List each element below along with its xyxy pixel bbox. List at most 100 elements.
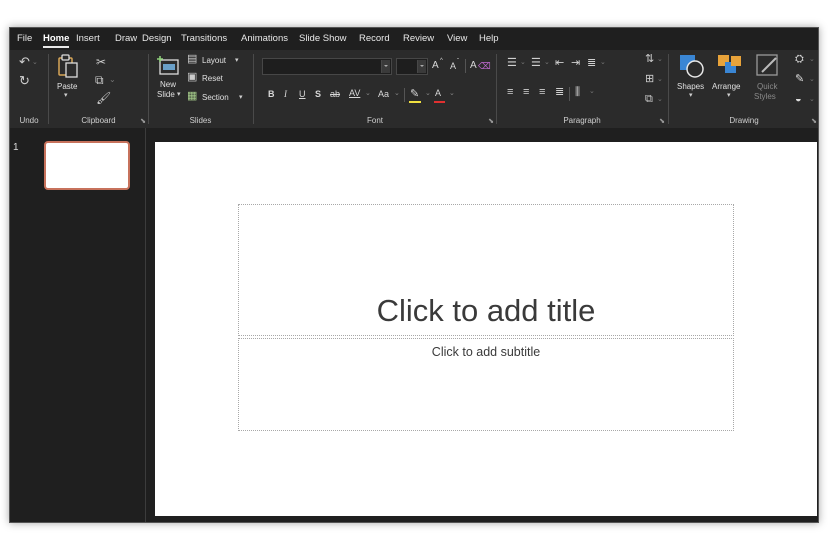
new-slide-label-1: New bbox=[160, 80, 177, 89]
font-launcher-icon[interactable]: ⬊ bbox=[488, 117, 494, 125]
columns-dropdown-icon[interactable]: ⌄ bbox=[589, 88, 595, 95]
bullets-dropdown-icon[interactable]: ⌄ bbox=[520, 59, 526, 66]
shape-outline-icon[interactable]: ✎ bbox=[795, 74, 804, 85]
shrink-font-caret-icon: ˇ bbox=[457, 59, 459, 65]
text-direction-icon[interactable]: ⇅ bbox=[645, 54, 654, 65]
shapes-button[interactable]: Shapes ▾ bbox=[675, 52, 709, 104]
tab-transitions[interactable]: Transitions bbox=[181, 33, 227, 44]
ribbon: ↶ ⌄ ↻ Undo Paste ▾ ✂ ⧉ ⌄ 🖌 Clipboard ⬊ N… bbox=[10, 50, 818, 128]
tab-view[interactable]: View bbox=[447, 33, 467, 44]
layout-icon: ▤ bbox=[187, 53, 198, 65]
font-size-dropdown-icon[interactable] bbox=[417, 60, 426, 73]
change-case-button[interactable]: Aa bbox=[378, 89, 389, 99]
underline-button[interactable]: U bbox=[299, 89, 306, 99]
bold-button[interactable]: B bbox=[268, 89, 275, 99]
new-slide-icon bbox=[157, 56, 179, 75]
font-group: A ^ A ˇ A ⌫ B I U S ab AV ⌄ Aa ⌄ ✎ ⌄ A ⌄… bbox=[254, 50, 496, 128]
change-case-dropdown-icon[interactable]: ⌄ bbox=[394, 89, 400, 97]
shape-effects-icon[interactable]: ◒ bbox=[795, 94, 802, 105]
shrink-font-button[interactable]: A bbox=[450, 61, 456, 71]
line-spacing-icon[interactable]: ≣ bbox=[587, 58, 596, 69]
smartart-icon[interactable]: ⧉ bbox=[645, 94, 653, 105]
bullets-icon[interactable]: ☰ bbox=[507, 58, 517, 69]
redo-icon[interactable]: ↻ bbox=[19, 74, 30, 87]
numbering-dropdown-icon[interactable]: ⌄ bbox=[544, 59, 550, 66]
align-center-icon[interactable]: ≡ bbox=[523, 87, 529, 98]
grow-font-button[interactable]: A bbox=[432, 60, 439, 71]
shape-effects-dropdown-icon[interactable]: ⌄ bbox=[809, 96, 815, 103]
layout-button[interactable]: ▤ Layout ▾ bbox=[187, 54, 247, 68]
clear-formatting-button[interactable]: A bbox=[470, 60, 477, 71]
strikethrough-button[interactable]: ab bbox=[330, 89, 340, 99]
align-left-icon[interactable]: ≡ bbox=[507, 87, 513, 98]
format-painter-icon[interactable]: 🖌 bbox=[96, 92, 111, 104]
quick-styles-icon bbox=[756, 54, 778, 76]
drawing-group-label: Drawing bbox=[729, 116, 759, 125]
tab-review[interactable]: Review bbox=[403, 33, 434, 44]
font-color-button[interactable]: A bbox=[435, 88, 441, 98]
tab-animations[interactable]: Animations bbox=[241, 33, 288, 44]
title-placeholder-text: Click to add title bbox=[376, 293, 596, 328]
font-name-dropdown-icon[interactable] bbox=[381, 60, 390, 73]
character-spacing-dropdown-icon[interactable]: ⌄ bbox=[365, 89, 371, 97]
tab-record[interactable]: Record bbox=[359, 33, 390, 44]
paragraph-launcher-icon[interactable]: ⬊ bbox=[659, 117, 665, 125]
copy-dropdown-icon[interactable]: ⌄ bbox=[109, 76, 116, 84]
numbering-icon[interactable]: ☰ bbox=[531, 58, 541, 69]
arrange-icon bbox=[718, 55, 741, 73]
align-right-icon[interactable]: ≡ bbox=[539, 87, 545, 98]
quick-styles-label-2: Styles bbox=[754, 92, 776, 101]
shape-outline-dropdown-icon[interactable]: ⌄ bbox=[809, 76, 815, 83]
shape-fill-icon[interactable]: ⛭ bbox=[795, 54, 804, 65]
paste-button[interactable]: Paste ▾ bbox=[53, 52, 83, 104]
tab-help[interactable]: Help bbox=[479, 33, 499, 44]
align-text-icon[interactable]: ⊞ bbox=[645, 74, 654, 85]
slides-group: New Slide ▾ ▤ Layout ▾ ▣ Reset ▦ Section… bbox=[149, 50, 252, 128]
section-button[interactable]: ▦ Section ▾ bbox=[187, 91, 249, 105]
columns-icon[interactable]: ⫼ bbox=[575, 87, 580, 98]
undo-icon[interactable]: ↶ bbox=[19, 55, 30, 68]
justify-icon[interactable]: ≣ bbox=[555, 87, 564, 98]
cut-icon[interactable]: ✂ bbox=[96, 56, 106, 68]
decrease-indent-icon[interactable]: ⇤ bbox=[555, 58, 564, 69]
line-spacing-dropdown-icon[interactable]: ⌄ bbox=[600, 59, 606, 66]
new-slide-button[interactable]: New Slide ▾ bbox=[153, 52, 183, 104]
font-color-dropdown-icon[interactable]: ⌄ bbox=[449, 89, 455, 97]
copy-icon[interactable]: ⧉ bbox=[95, 74, 104, 86]
reset-button[interactable]: ▣ Reset bbox=[187, 72, 247, 86]
text-direction-dropdown-icon[interactable]: ⌄ bbox=[657, 56, 663, 63]
character-spacing-button[interactable]: AV bbox=[349, 88, 360, 98]
text-shadow-button[interactable]: S bbox=[315, 89, 321, 99]
undo-dropdown-icon[interactable]: ⌄ bbox=[32, 59, 38, 66]
undo-group-label: Undo bbox=[19, 116, 39, 125]
tab-draw[interactable]: Draw bbox=[115, 33, 137, 44]
align-text-dropdown-icon[interactable]: ⌄ bbox=[657, 76, 663, 83]
increase-indent-icon[interactable]: ⇥ bbox=[571, 58, 580, 69]
tab-design[interactable]: Design bbox=[142, 33, 172, 44]
title-placeholder[interactable]: Click to add title bbox=[238, 204, 734, 336]
subtitle-placeholder[interactable]: Click to add subtitle bbox=[238, 338, 734, 431]
arrange-button[interactable]: Arrange ▾ bbox=[711, 52, 749, 104]
font-name-combobox[interactable] bbox=[262, 58, 392, 75]
clipboard-launcher-icon[interactable]: ⬊ bbox=[140, 117, 146, 125]
arrange-label: Arrange bbox=[712, 82, 741, 91]
highlight-icon[interactable]: ✎ bbox=[410, 87, 419, 100]
font-size-combobox[interactable] bbox=[396, 58, 428, 75]
italic-button[interactable]: I bbox=[284, 89, 287, 99]
paste-dropdown-icon: ▾ bbox=[64, 92, 68, 99]
shape-fill-dropdown-icon[interactable]: ⌄ bbox=[809, 56, 815, 63]
paragraph-group: ☰ ⌄ ☰ ⌄ ⇤ ⇥ ≣ ⌄ ≡ ≡ ≡ ≣ ⫼ ⌄ ⇅ ⌄ ⊞ ⌄ ⧉ ⌄ … bbox=[497, 50, 667, 128]
font-color-bar bbox=[434, 101, 445, 103]
slide-thumbnail-1[interactable] bbox=[44, 141, 130, 190]
quick-styles-button[interactable]: Quick Styles bbox=[751, 52, 787, 104]
tab-insert[interactable]: Insert bbox=[76, 33, 100, 44]
highlight-dropdown-icon[interactable]: ⌄ bbox=[425, 89, 431, 97]
tab-slide-show[interactable]: Slide Show bbox=[299, 33, 347, 44]
tab-home[interactable]: Home bbox=[43, 33, 70, 48]
section-dropdown-icon: ▾ bbox=[239, 94, 243, 101]
smartart-dropdown-icon[interactable]: ⌄ bbox=[657, 96, 663, 103]
tab-file[interactable]: File bbox=[17, 33, 32, 44]
drawing-launcher-icon[interactable]: ⬊ bbox=[811, 117, 817, 125]
arrange-dropdown-icon: ▾ bbox=[727, 92, 731, 99]
slide-canvas[interactable]: Click to add title Click to add subtitle bbox=[155, 142, 817, 516]
